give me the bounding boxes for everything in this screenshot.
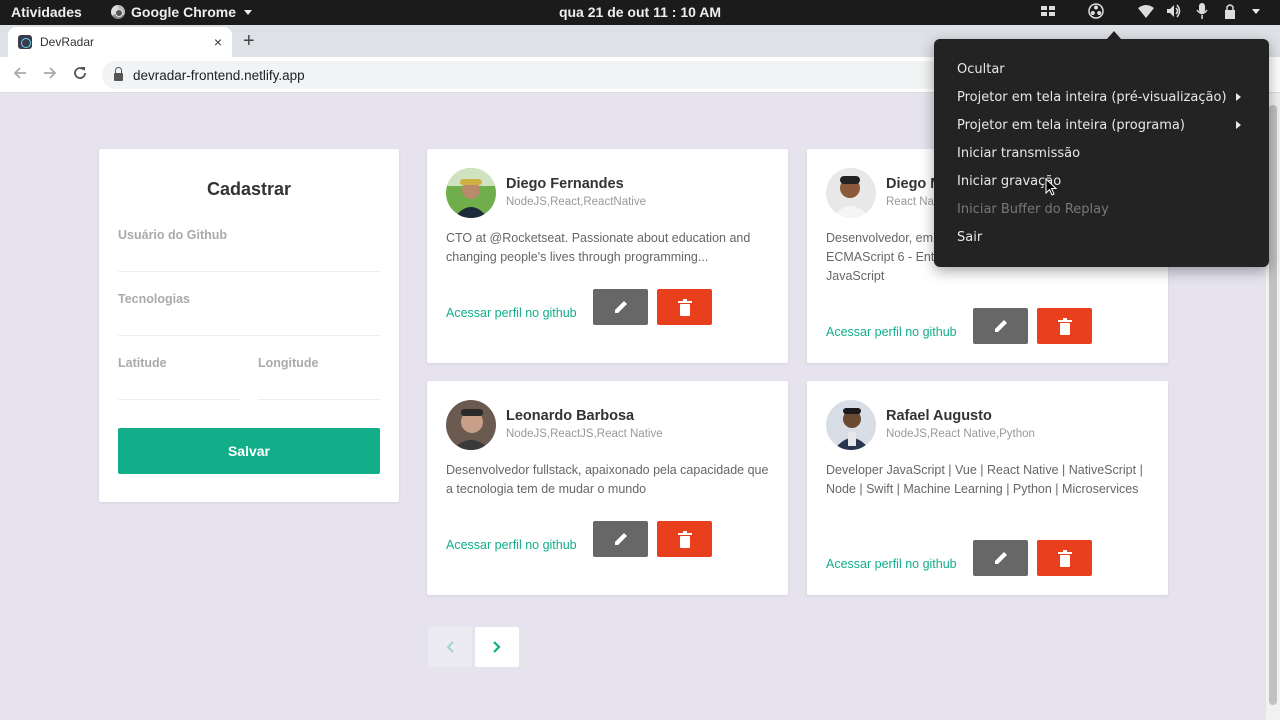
menu-item-start-replay-buffer: Iniciar Buffer do Replay [934,195,1269,223]
back-arrow-icon[interactable] [12,65,28,86]
dev-bio: Developer JavaScript | Vue | React Nativ… [826,463,1143,496]
obs-tray-menu: Ocultar Projetor em tela inteira (pré-vi… [934,39,1269,267]
dev-name: Rafael Augusto [886,408,992,424]
github-profile-link[interactable]: Acessar perfil no github [826,325,957,339]
latitude-placeholder: Latitude [118,356,167,370]
menu-item-label: Projetor em tela inteira (pré-visualizaç… [957,89,1227,105]
edit-button[interactable] [593,289,648,325]
dev-name: Leonardo Barbosa [506,408,635,424]
pencil-icon [614,533,627,545]
dev-techs: React Na [886,196,934,208]
pencil-icon [994,320,1007,332]
delete-button[interactable] [1037,308,1092,344]
github-profile-link[interactable]: Acessar perfil no github [826,557,957,571]
trash-icon [1057,317,1072,335]
menu-item-label: Iniciar transmissão [957,145,1081,161]
avatar [826,168,876,218]
github-profile-link[interactable]: Acessar perfil no github [446,306,577,320]
next-page-button[interactable] [475,627,519,667]
avatar [446,168,496,218]
forward-arrow-icon[interactable] [42,65,58,86]
submenu-arrow-icon [1236,93,1241,101]
menu-item-label: Iniciar Buffer do Replay [957,201,1109,217]
system-tray[interactable] [1040,3,1260,19]
chrome-icon [111,5,125,19]
previous-page-button[interactable] [428,627,472,667]
github-profile-link[interactable]: Acessar perfil no github [446,538,577,552]
dev-bio: Desenvolvedor fullstack, apaixonado pela… [446,463,769,496]
menu-item-label: Projetor em tela inteira (programa) [957,117,1185,133]
menu-pointer [1107,31,1121,39]
scrollbar-thumb[interactable] [1269,105,1277,705]
lock-icon[interactable] [114,66,123,81]
dev-techs: NodeJS,React Native,Python [886,428,1035,440]
clock[interactable]: qua 21 de out 11 : 10 AM [559,4,721,20]
edit-button[interactable] [973,540,1028,576]
chevron-right-icon [493,641,501,653]
latitude-input[interactable]: Latitude [118,356,240,400]
app-menu[interactable]: Google Chrome [111,4,253,20]
tab-title: DevRadar [40,35,95,49]
avatar [446,400,496,450]
dev-bio: CTO at @Rocketseat. Passionate about edu… [446,231,751,264]
url-text[interactable]: devradar-frontend.netlify.app [133,68,305,83]
lock-status-icon[interactable] [1222,3,1238,19]
register-form: Cadastrar Usuário do Github Tecnologias … [99,149,399,502]
chevron-down-icon [244,9,253,15]
pencil-icon [614,301,627,313]
address-bar[interactable]: devradar-frontend.netlify.app [102,61,962,89]
dev-card: Leonardo Barbosa NodeJS,ReactJS,React Na… [427,381,788,595]
delete-button[interactable] [657,289,712,325]
delete-button[interactable] [657,521,712,557]
menu-item-label: Sair [957,229,983,245]
delete-button[interactable] [1037,540,1092,576]
activities-button[interactable]: Atividades [11,4,82,20]
trash-icon [1057,549,1072,567]
edit-button[interactable] [593,521,648,557]
dev-card: Rafael Augusto NodeJS,React Native,Pytho… [807,381,1168,595]
menu-item-fullscreen-program-projector[interactable]: Projetor em tela inteira (programa) [934,111,1269,139]
avatar [826,400,876,450]
dev-card: Diego Fernandes NodeJS,React,ReactNative… [427,149,788,363]
edit-button[interactable] [973,308,1028,344]
dev-techs: NodeJS,ReactJS,React Native [506,428,663,440]
dev-name: Diego Fernandes [506,176,624,192]
github-username-placeholder: Usuário do Github [118,228,228,242]
menu-item-label: Ocultar [957,61,1005,77]
workspace-icon[interactable] [1040,3,1056,19]
menu-item-start-recording[interactable]: Iniciar gravação [934,167,1269,195]
save-button[interactable]: Salvar [118,428,380,474]
github-username-input[interactable]: Usuário do Github [118,228,380,272]
tab-devradar[interactable]: DevRadar × [8,27,232,57]
form-title: Cadastrar [206,179,292,199]
dev-bio: Desenvolvedor, em ECMAScript 6 - Ent Jav… [826,231,935,283]
techs-input[interactable]: Tecnologias [118,292,380,336]
close-icon[interactable]: × [214,34,222,50]
reload-icon[interactable] [72,65,88,86]
longitude-placeholder: Longitude [258,356,319,370]
system-menu-chevron-icon[interactable] [1252,8,1260,14]
chevron-left-icon [446,641,454,653]
menu-item-fullscreen-preview-projector[interactable]: Projetor em tela inteira (pré-visualizaç… [934,83,1269,111]
menu-item-start-streaming[interactable]: Iniciar transmissão [934,139,1269,167]
techs-placeholder: Tecnologias [118,292,191,306]
dev-techs: NodeJS,React,ReactNative [506,196,646,208]
submenu-arrow-icon [1236,121,1241,129]
wifi-icon[interactable] [1138,3,1154,19]
system-top-bar: Atividades Google Chrome qua 21 de out 1… [0,0,1280,25]
menu-item-quit[interactable]: Sair [934,223,1269,251]
microphone-icon[interactable] [1194,3,1210,19]
volume-icon[interactable] [1166,3,1182,19]
trash-icon [677,298,692,316]
menu-item-hide[interactable]: Ocultar [934,55,1269,83]
react-favicon-icon [18,35,32,49]
app-menu-label: Google Chrome [131,4,237,20]
mouse-pointer-icon [1045,177,1058,201]
new-tab-button[interactable]: + [243,30,255,53]
trash-icon [677,530,692,548]
pencil-icon [994,552,1007,564]
obs-icon[interactable] [1088,3,1104,19]
longitude-input[interactable]: Longitude [258,356,380,400]
